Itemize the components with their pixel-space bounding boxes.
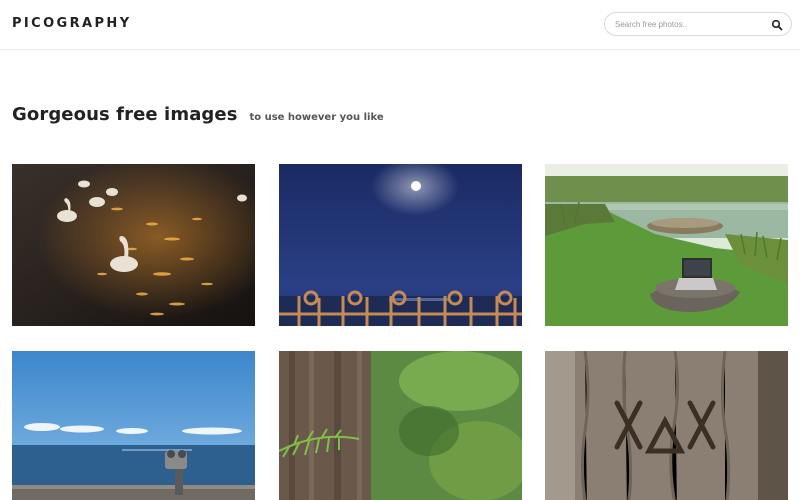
photo-tile-laptop-pond[interactable] — [545, 164, 788, 326]
photo-tile-tree-fern[interactable] — [279, 351, 522, 500]
laptop-pond-photo — [545, 164, 788, 326]
headline-subtext: to use however you like — [249, 112, 384, 123]
top-navigation-bar: PICOGRAPHY — [0, 0, 800, 50]
page-headline: Gorgeous free images to use however you … — [12, 91, 384, 128]
headline-main: Gorgeous free images — [12, 104, 238, 125]
photo-tile-carved-bark[interactable] — [545, 351, 788, 500]
search-box — [604, 12, 792, 36]
photo-tile-moon[interactable] — [279, 164, 522, 326]
search-input[interactable] — [615, 16, 765, 32]
carved-bark-photo — [545, 351, 788, 500]
search-icon[interactable] — [771, 18, 783, 31]
moon-photo — [279, 164, 522, 326]
tree-fern-photo — [279, 351, 522, 500]
binoculars-photo — [12, 351, 255, 500]
photo-tile-swans[interactable] — [12, 164, 255, 326]
site-logo[interactable]: PICOGRAPHY — [12, 17, 132, 31]
photo-tile-binoculars[interactable] — [12, 351, 255, 500]
swans-photo — [12, 164, 255, 326]
